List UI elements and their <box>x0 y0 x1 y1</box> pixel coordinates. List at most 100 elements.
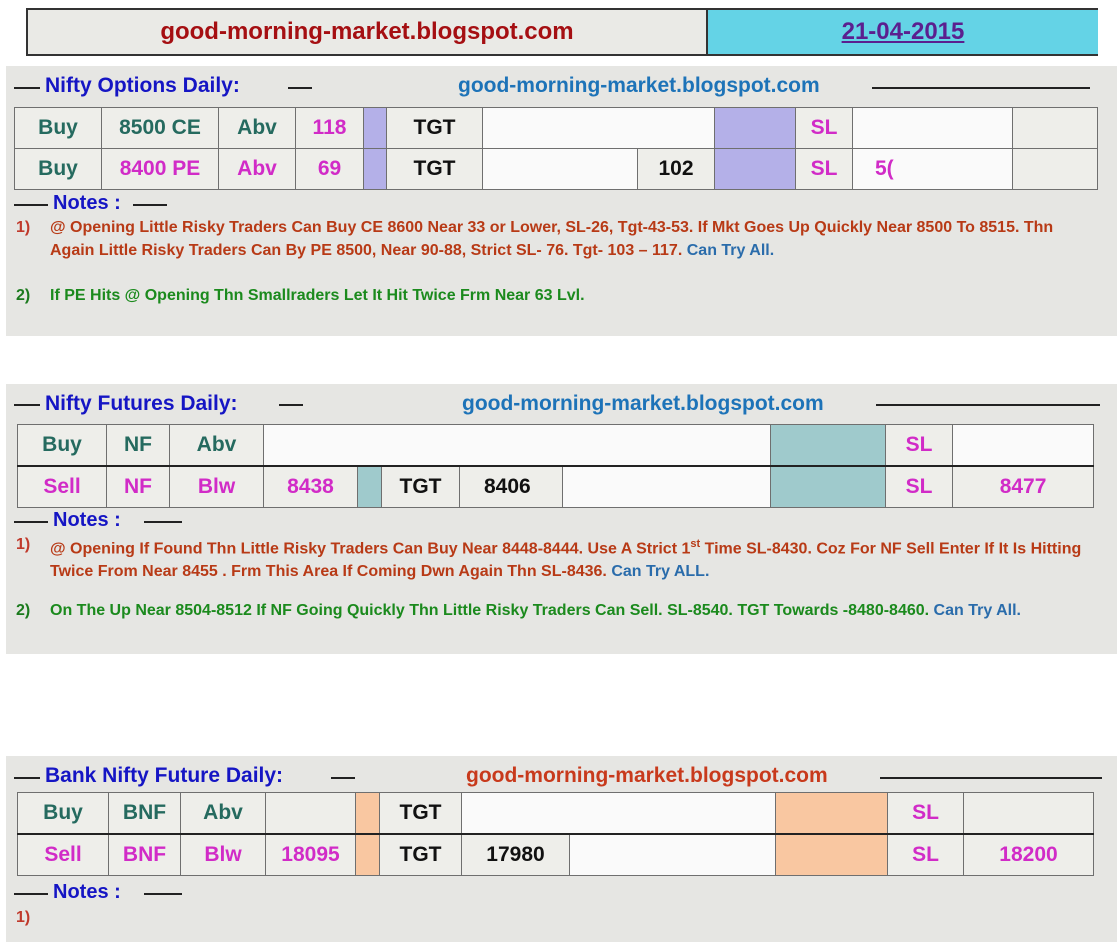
bank-note-number: 1) <box>16 909 31 926</box>
note-text: @ Opening If Found Thn Little Risky Trad… <box>50 540 691 558</box>
condition-cell: Abv <box>180 792 266 835</box>
tgt-label-cell: TGT <box>386 107 483 149</box>
note-number: 1) <box>16 536 31 553</box>
tgt-value-cell <box>482 107 715 149</box>
options-rule-right <box>872 87 1090 89</box>
header-banner: good-morning-market.blogspot.com 21-04-2… <box>26 8 1098 56</box>
bank-notes-rule-right <box>144 893 182 895</box>
condition-cell: Blw <box>169 465 264 508</box>
color-marker <box>770 465 887 508</box>
tgt-value-cell: 8406 <box>459 465 563 508</box>
sl-label-cell: SL <box>887 833 964 876</box>
futures-rule-right <box>876 404 1100 406</box>
options-note-2: 2) If PE Hits @ Opening Thn Smallraders … <box>16 284 1096 307</box>
tgt-label-cell: TGT <box>379 833 462 876</box>
color-marker <box>363 148 387 190</box>
header-date: 21-04-2015 <box>706 10 1098 54</box>
color-marker <box>714 107 796 149</box>
price-cell: 8438 <box>263 465 358 508</box>
futures-notes-rule-right <box>144 521 182 523</box>
note-text: On The Up Near 8504-8512 If NF Going Qui… <box>50 602 930 619</box>
note-tail: Can Try All. <box>686 242 775 259</box>
sl-value-cell: 18200 <box>963 833 1094 876</box>
options-table: Buy 8500 CE Abv 118 TGT SL Buy 8400 PE A… <box>14 107 1098 190</box>
bank-rule-mid <box>331 777 355 779</box>
futures-site: good-morning-market.blogspot.com <box>462 392 824 415</box>
sl-label-cell: SL <box>795 148 853 190</box>
options-note-1: 1) @ Opening Little Risky Traders Can Bu… <box>16 216 1096 262</box>
futures-row: Buy NF Abv SL <box>17 424 1095 467</box>
condition-cell: Blw <box>180 833 266 876</box>
note-superscript: st <box>690 538 701 550</box>
note-number: 1) <box>16 219 31 236</box>
bank-rule-right <box>880 777 1102 779</box>
empty-cell <box>569 833 776 876</box>
color-marker <box>775 792 888 835</box>
bank-site: good-morning-market.blogspot.com <box>466 764 828 787</box>
color-marker <box>355 833 380 876</box>
bank-table: Buy BNF Abv TGT SL Sell BNF Blw 18095 TG… <box>17 792 1094 876</box>
instrument-cell: 8500 CE <box>101 107 219 149</box>
color-marker <box>775 833 888 876</box>
condition-cell: Abv <box>169 424 264 467</box>
futures-note-1: 1) @ Opening If Found Thn Little Risky T… <box>16 533 1096 583</box>
bank-title: Bank Nifty Future Daily: <box>45 764 284 787</box>
options-row: Buy 8500 CE Abv 118 TGT SL <box>14 107 1098 149</box>
sl-label-cell: SL <box>887 792 964 835</box>
color-marker <box>355 792 380 835</box>
price-cell: 118 <box>295 107 364 149</box>
sl-value-cell <box>852 107 1013 149</box>
instrument-cell: BNF <box>108 833 181 876</box>
tgt-value-cell <box>461 792 776 835</box>
tgt-value-cell: 102 <box>637 148 715 190</box>
note-tail: Can Try ALL. <box>611 563 710 581</box>
instrument-cell: 8400 PE <box>101 148 219 190</box>
options-notes-label: Notes : <box>53 192 121 214</box>
bank-rule-left <box>14 777 40 779</box>
sl-value-cell <box>963 792 1094 835</box>
condition-cell: Abv <box>218 148 296 190</box>
action-cell: Buy <box>14 107 102 149</box>
tgt-value-cell <box>482 148 638 190</box>
futures-note-2: 2) On The Up Near 8504-8512 If NF Going … <box>16 599 1096 622</box>
price-cell <box>265 792 356 835</box>
instrument-cell: NF <box>106 424 170 467</box>
bank-notes-label: Notes : <box>53 881 121 903</box>
sl-label-cell: SL <box>795 107 853 149</box>
futures-notes-label: Notes : <box>53 509 121 531</box>
action-cell: Buy <box>17 792 109 835</box>
futures-notes-rule-left <box>14 521 48 523</box>
options-site: good-morning-market.blogspot.com <box>458 74 820 97</box>
color-marker <box>714 148 796 190</box>
futures-row: Sell NF Blw 8438 TGT 8406 SL 8477 <box>17 465 1095 508</box>
tgt-value-cell: 17980 <box>461 833 570 876</box>
bank-row: Buy BNF Abv TGT SL <box>17 792 1094 835</box>
tgt-label-cell: TGT <box>379 792 462 835</box>
note-number: 2) <box>16 287 31 304</box>
instrument-cell: NF <box>106 465 170 508</box>
note-number: 2) <box>16 602 31 619</box>
empty-cell <box>1012 107 1098 149</box>
note-body: @ Opening Little Risky Traders Can Buy C… <box>50 216 1096 262</box>
futures-rule-left <box>14 404 40 406</box>
note-text: @ Opening Little Risky Traders Can Buy C… <box>50 219 1054 259</box>
options-row: Buy 8400 PE Abv 69 TGT 102 SL 5( <box>14 148 1098 190</box>
color-marker <box>357 465 382 508</box>
tgt-label-cell: TGT <box>386 148 483 190</box>
sl-value-cell <box>952 424 1095 467</box>
header-site: good-morning-market.blogspot.com <box>160 18 574 45</box>
futures-rule-mid <box>279 404 303 406</box>
action-cell: Buy <box>17 424 107 467</box>
options-notes-rule-right <box>133 204 167 206</box>
sl-value-cell: 8477 <box>952 465 1095 508</box>
action-cell: Sell <box>17 465 107 508</box>
note-body: On The Up Near 8504-8512 If NF Going Qui… <box>50 599 1096 622</box>
options-rule-mid <box>288 87 312 89</box>
note-body: @ Opening If Found Thn Little Risky Trad… <box>50 533 1096 583</box>
empty-cell <box>1012 148 1098 190</box>
options-notes-rule-left <box>14 204 48 206</box>
sl-label-cell: SL <box>885 424 954 467</box>
note-tail: Can Try All. <box>933 602 1021 619</box>
bank-notes-rule-left <box>14 893 48 895</box>
note-text: If PE Hits @ Opening Thn Smallraders Let… <box>50 287 585 304</box>
